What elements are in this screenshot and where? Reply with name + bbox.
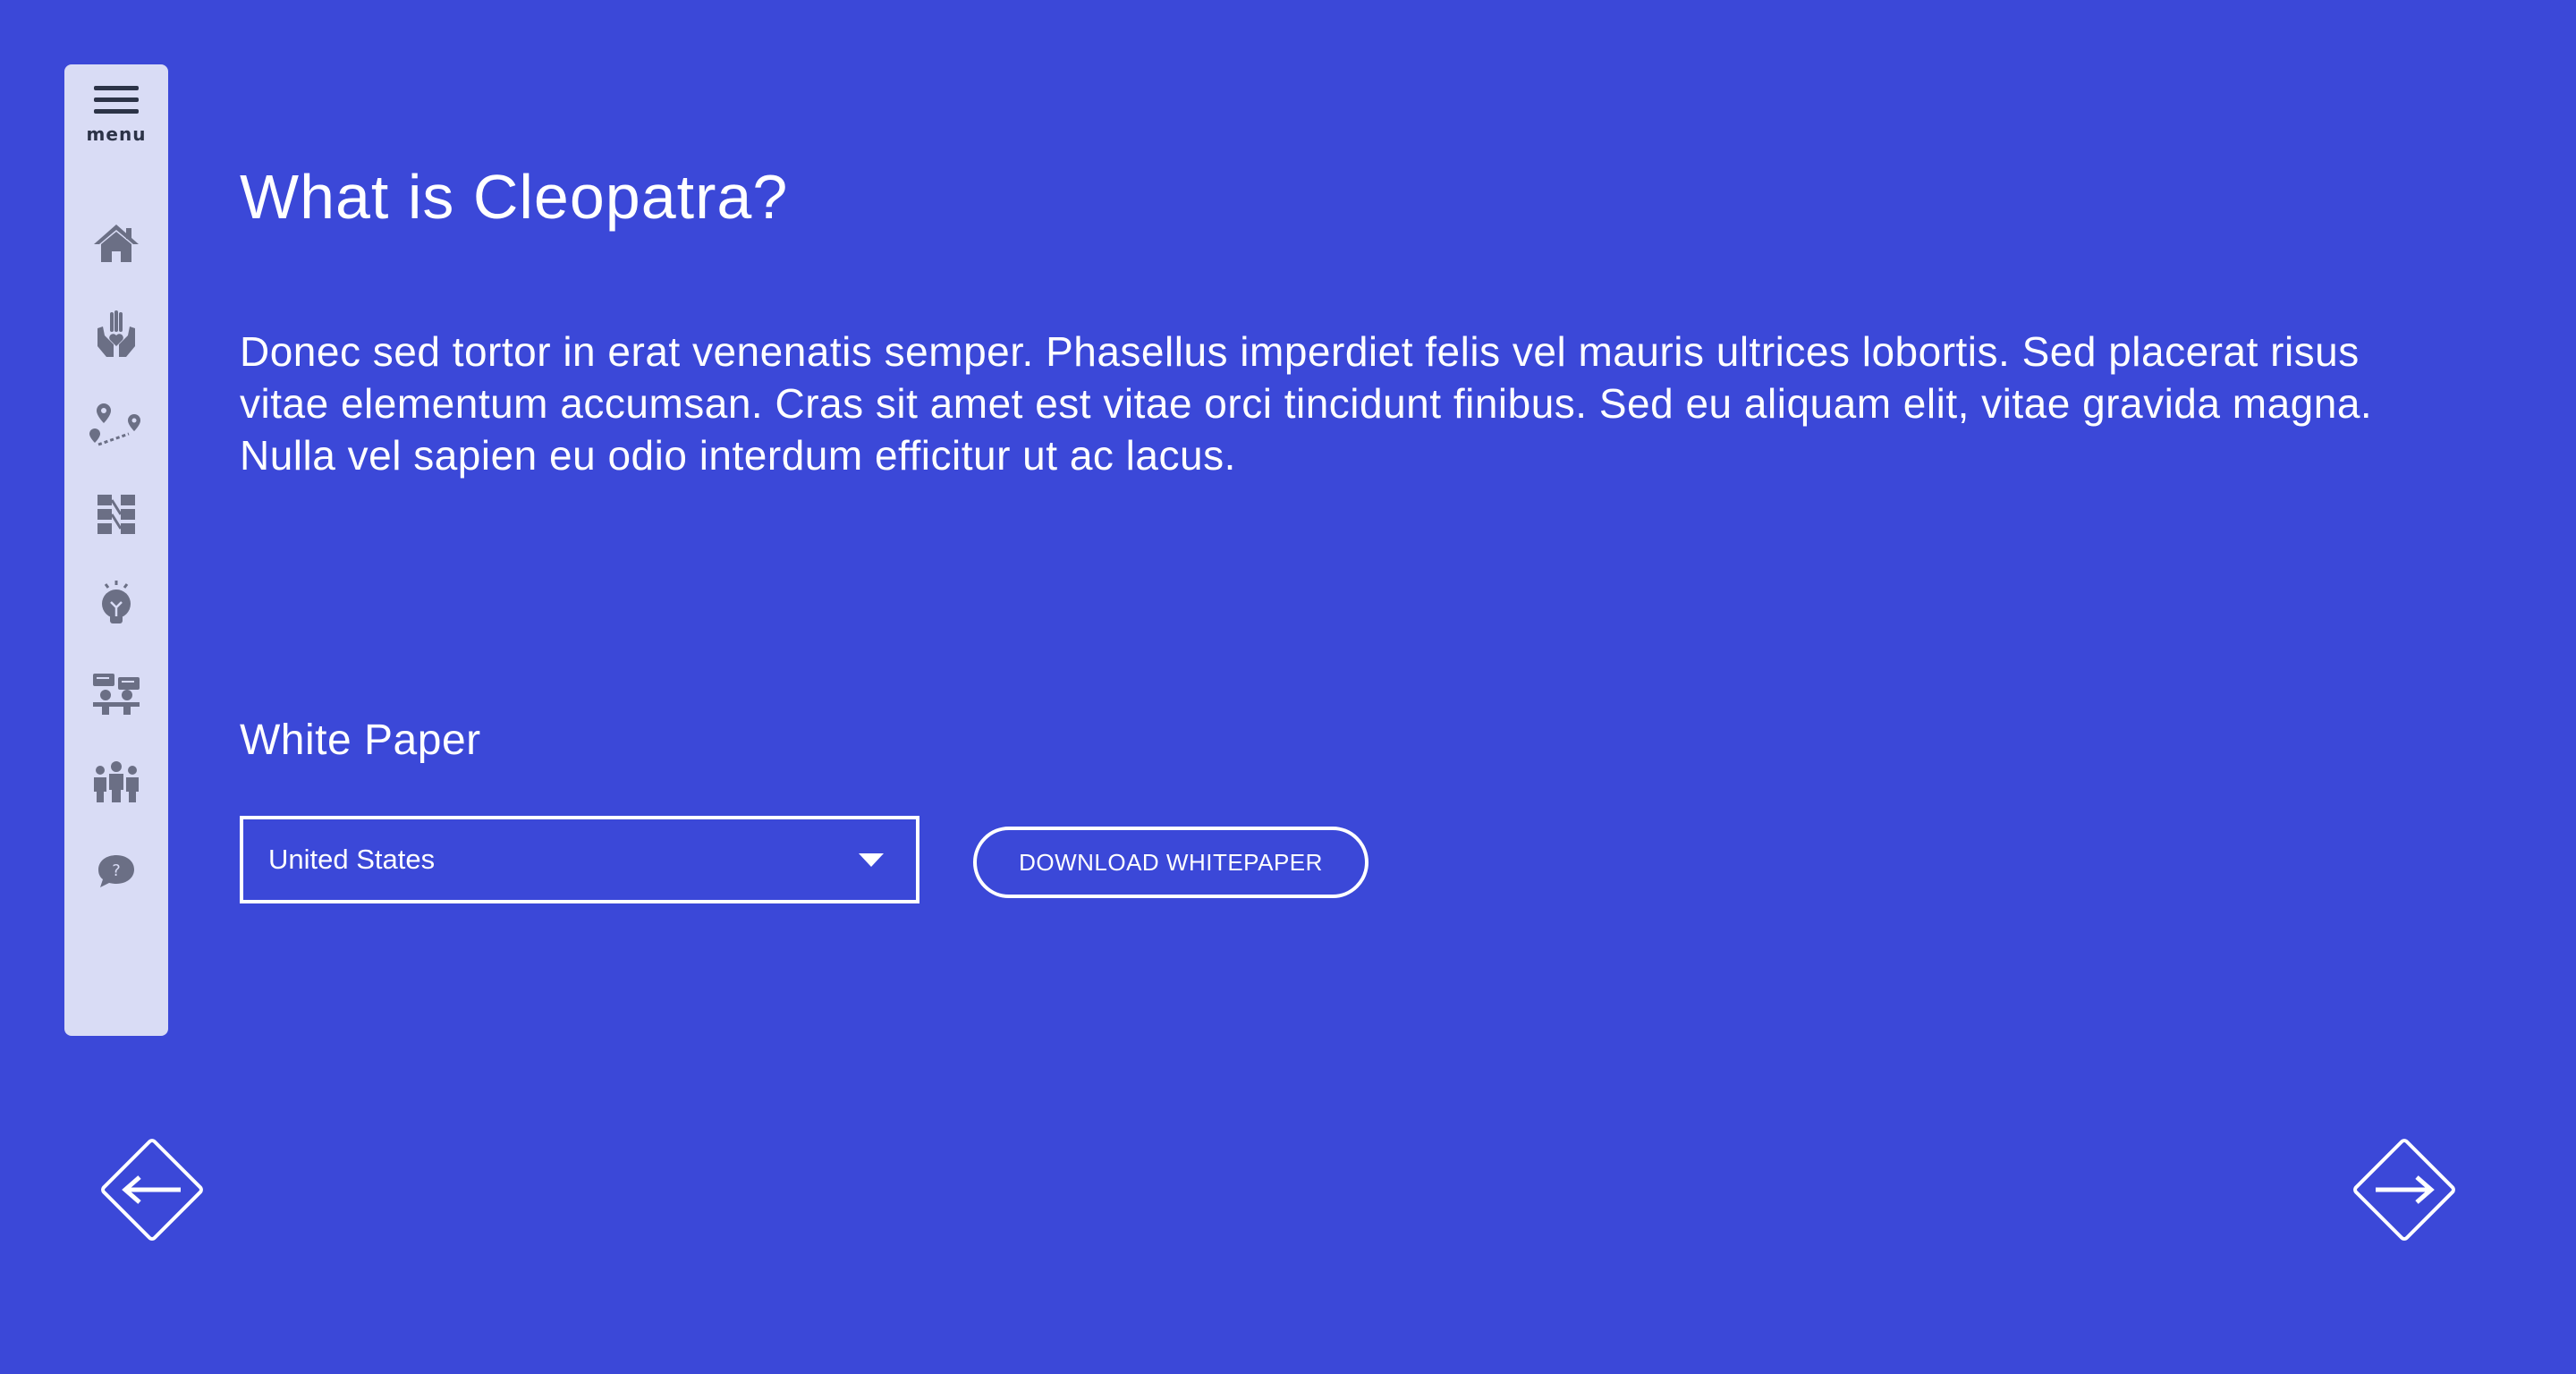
sidebar-item-meetings[interactable] — [89, 666, 143, 719]
arrow-left-icon — [101, 1139, 203, 1241]
download-whitepaper-button[interactable]: DOWNLOAD WHITEPAPER — [973, 827, 1368, 898]
intro-paragraph: Donec sed tortor in erat venenatis sempe… — [240, 328, 2373, 479]
meeting-icon — [93, 674, 140, 715]
hands-heart-icon — [97, 310, 135, 357]
country-select[interactable]: United States — [240, 816, 919, 903]
sidebar-item-workflow[interactable] — [89, 487, 143, 540]
previous-page-button[interactable] — [89, 1127, 215, 1252]
lightbulb-icon — [102, 581, 131, 623]
hamburger-icon — [94, 86, 139, 114]
sidebar-item-ideas[interactable] — [89, 576, 143, 630]
arrow-right-icon — [2353, 1139, 2455, 1241]
sidebar-item-locations[interactable] — [89, 397, 143, 451]
section-heading: White Paper — [240, 717, 481, 764]
team-icon — [94, 761, 139, 802]
menu-button[interactable]: menu — [64, 82, 168, 216]
page-title: What is Cleopatra? — [240, 162, 789, 232]
map-route-icon — [89, 403, 140, 446]
sidebar-item-team[interactable] — [89, 755, 143, 809]
svg-text:?: ? — [112, 861, 121, 880]
sidebar-item-community[interactable] — [89, 308, 143, 361]
chevron-down-icon — [859, 852, 884, 867]
next-page-button[interactable] — [2342, 1127, 2467, 1252]
home-icon — [94, 225, 139, 262]
workflow-icon — [97, 495, 135, 534]
menu-label: menu — [86, 123, 147, 145]
sidebar-item-home[interactable] — [89, 216, 143, 270]
country-select-value: United States — [268, 844, 436, 875]
help-chat-icon: ? — [98, 855, 134, 887]
sidebar-item-help[interactable]: ? — [89, 844, 143, 898]
sidebar: menu ? — [64, 64, 168, 1036]
